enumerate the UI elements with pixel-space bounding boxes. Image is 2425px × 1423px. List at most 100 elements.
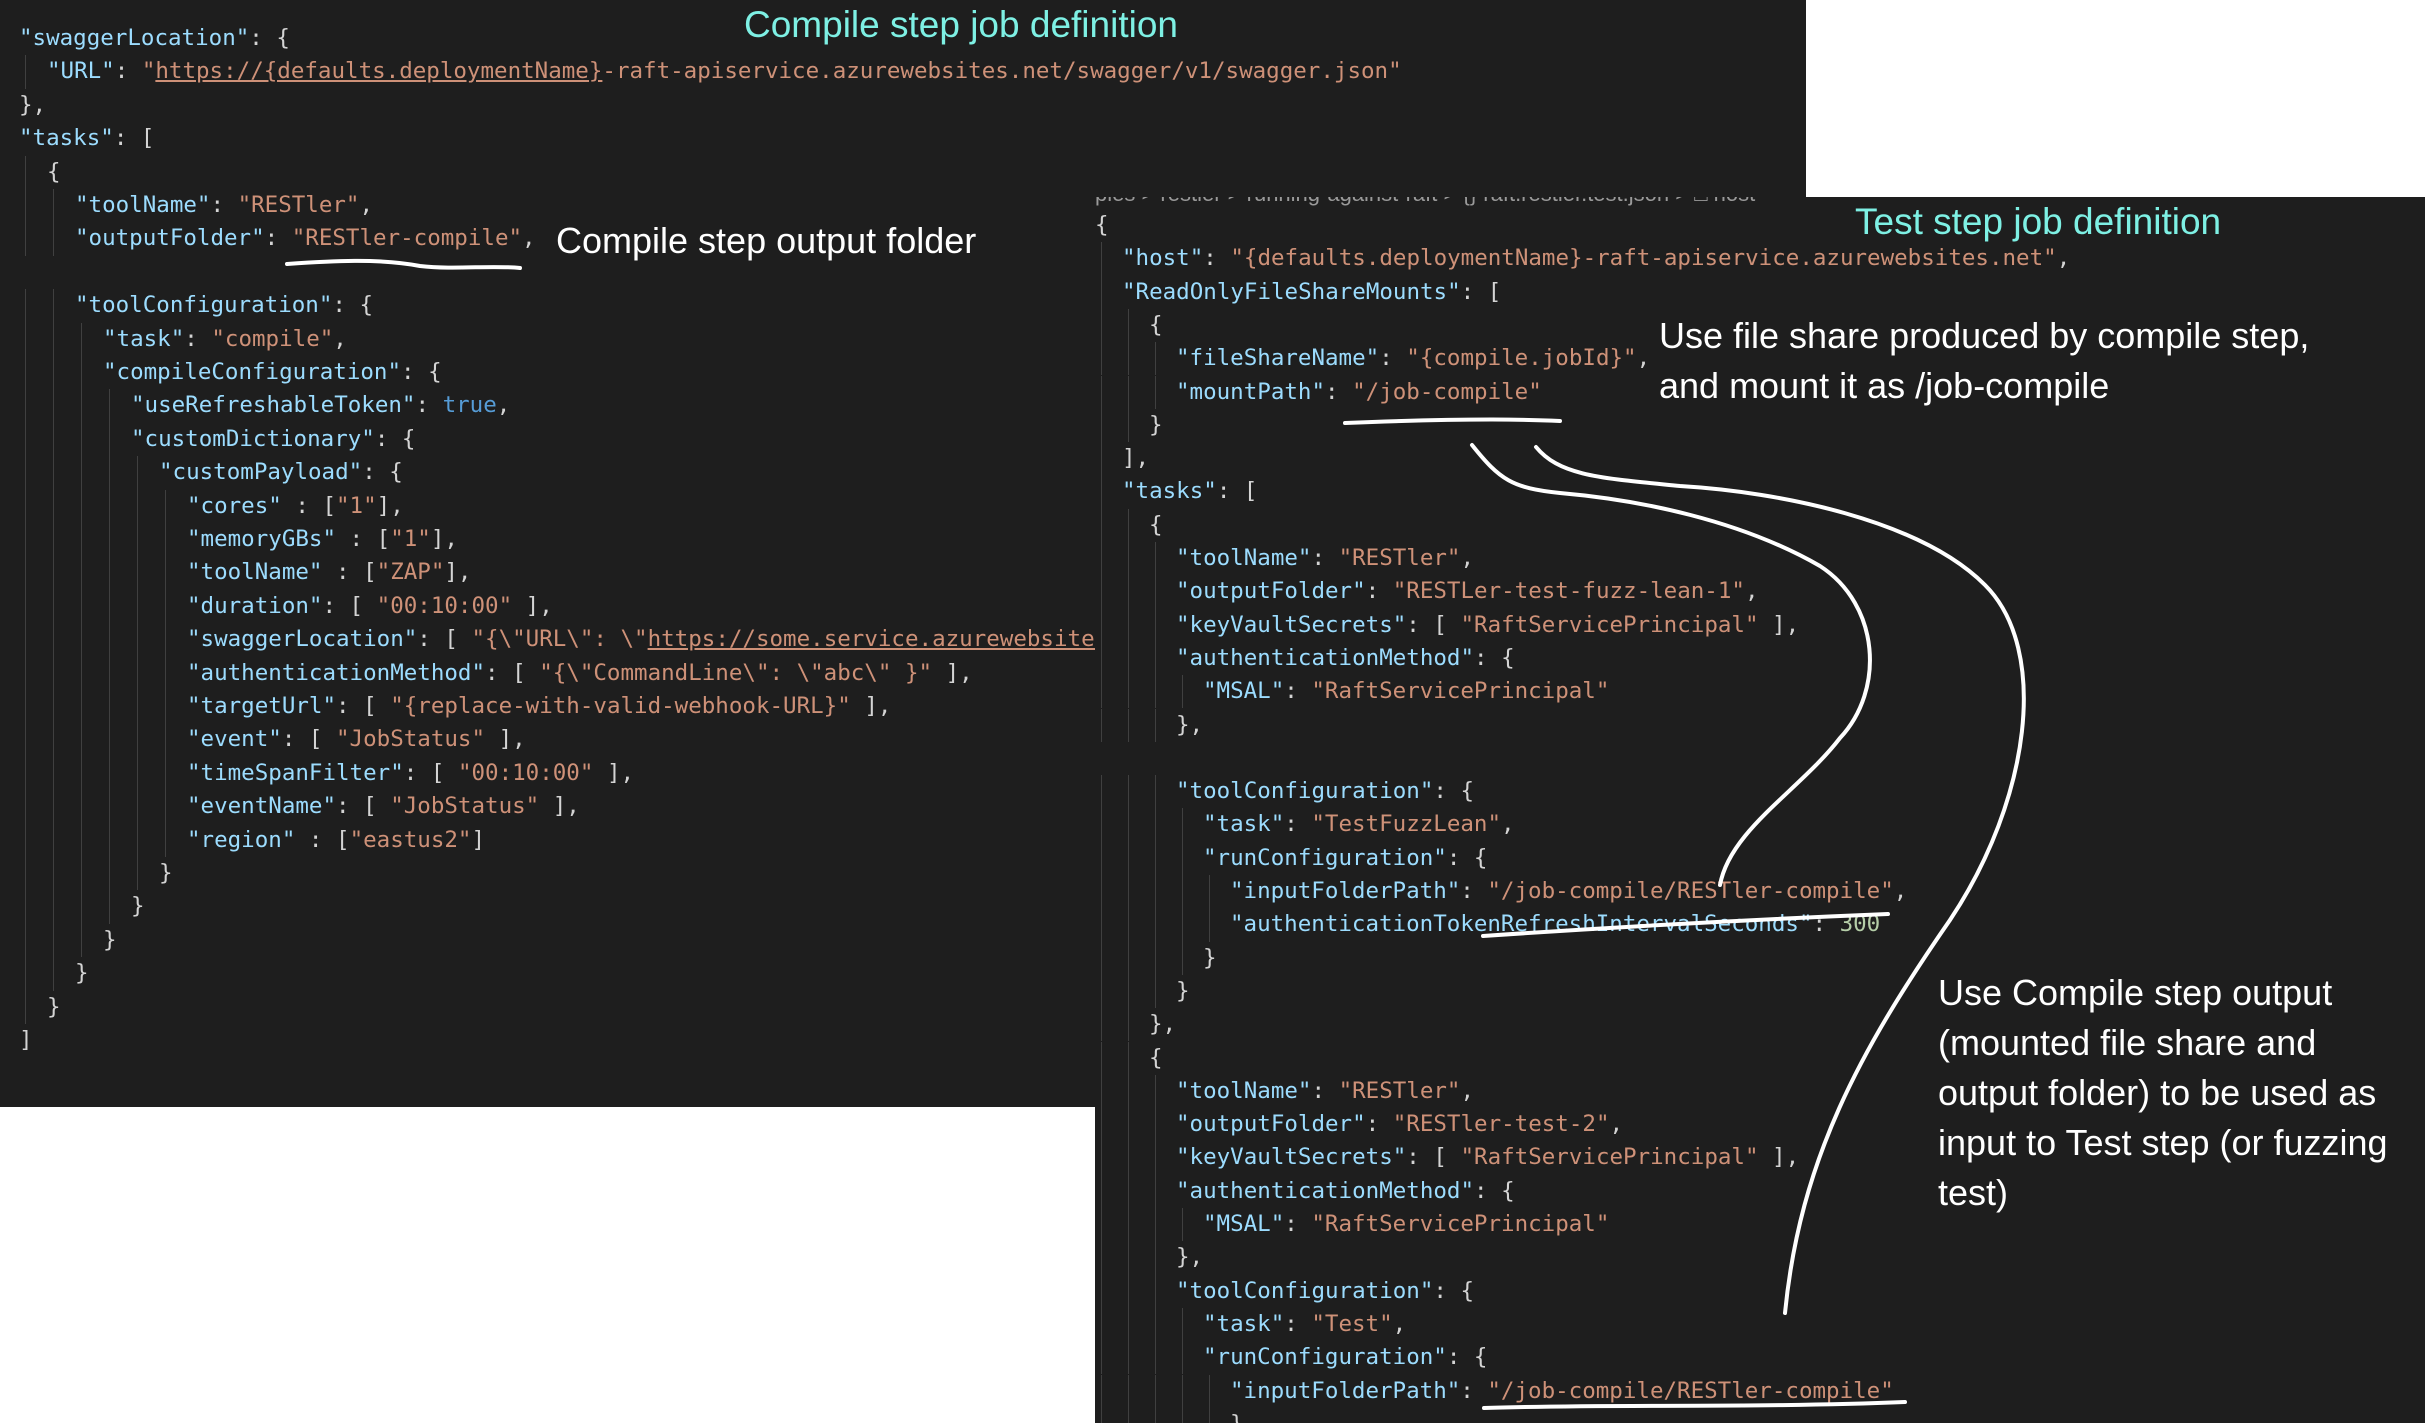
indent-guide [25,155,26,189]
code-line[interactable]: { [1149,1042,1163,1075]
code-line[interactable]: "duration": [ "00:10:00" ], [187,590,553,623]
code-token: "{\"CommandLine\": \"abc\" }" [539,659,933,686]
code-token: "mountPath" [1176,378,1326,405]
code-token: : [1379,345,1407,372]
indent-guide [1101,1108,1102,1142]
code-line[interactable]: { [1149,309,1163,342]
code-token: , [1460,1077,1475,1104]
code-token: "RaftServicePrincipal" [1311,678,1610,705]
code-line[interactable]: } [131,890,145,923]
code-line[interactable]: "runConfiguration": { [1203,842,1487,875]
code-line[interactable]: "toolName" : ["ZAP"], [187,556,471,589]
code-line[interactable]: "event": [ "JobStatus" ], [187,723,526,756]
code-line[interactable]: "toolName": "RESTler", [1176,542,1474,575]
code-line[interactable]: "region" : ["eastus2"] [187,824,485,857]
code-token: : [ [336,526,391,552]
code-line[interactable]: "toolName": "RESTler", [75,189,373,222]
code-line[interactable]: "host": "{defaults.deploymentName}-raft-… [1122,242,2070,275]
indent-guide [1155,1341,1156,1375]
indent-guide [137,556,138,590]
code-line[interactable]: }, [19,89,46,122]
code-line[interactable]: "swaggerLocation": { [19,22,290,55]
code-line[interactable]: "toolConfiguration": { [75,289,373,322]
code-line[interactable]: "useRefreshableToken": true, [131,389,510,422]
code-line[interactable]: "outputFolder": "RESTler-compile", [75,222,536,255]
code-line[interactable]: } [1149,409,1163,442]
code-line[interactable]: } [159,857,173,890]
code-line[interactable]: "customPayload": { [159,456,403,489]
code-line[interactable]: "authenticationMethod": [ "{\"CommandLin… [187,657,973,690]
code-line[interactable]: } [75,957,89,990]
code-line[interactable]: "tasks": [ [19,122,154,155]
code-line[interactable]: } [1203,942,1217,975]
code-line[interactable]: "swaggerLocation": [ "{\"URL\": \"https:… [187,623,1108,656]
indent-guide [137,489,138,523]
code-line[interactable]: "customDictionary": { [131,423,415,456]
indent-guide [81,389,82,423]
code-line[interactable]: "inputFolderPath": "/job-compile/RESTler… [1230,1375,1894,1408]
indent-guide [1155,1074,1156,1109]
code-line[interactable]: "toolConfiguration": { [1176,775,1474,808]
code-line[interactable]: { [47,156,61,189]
code-line[interactable]: { [1095,209,1109,242]
code-token: "/job-compile/RESTler-compile" [1487,878,1894,904]
code-line[interactable]: "keyVaultSecrets": [ "RaftServicePrincip… [1176,1141,1799,1174]
code-token: { [47,158,61,185]
code-token: : [ [485,659,540,686]
code-token: : { [249,25,290,51]
breadcrumb[interactable]: ples > restler > running-against-raft > … [1095,197,1755,207]
code-line[interactable]: "cores" : ["1"], [187,490,404,523]
code-line[interactable]: "toolConfiguration": { [1176,1275,1474,1308]
code-token: "task" [103,325,185,352]
code-token: "1" [336,492,377,519]
code-line[interactable]: "targetUrl": [ "{replace-with-valid-webh… [187,690,891,723]
code-line[interactable]: "task": "compile", [103,323,347,356]
code-line[interactable]: "task": "Test", [1203,1308,1406,1341]
indent-guide [1128,1108,1129,1142]
code-line[interactable]: }, [1176,1241,1203,1274]
code-token: "cores" [187,492,282,519]
indent-guide [1101,875,1102,909]
code-token: : [ [1406,611,1461,638]
indent-guide [1209,875,1210,909]
code-line[interactable]: "compileConfiguration": { [103,356,442,389]
indent-guide [1155,375,1156,409]
code-line[interactable]: "keyVaultSecrets": [ "RaftServicePrincip… [1176,609,1799,642]
code-line[interactable]: "outputFolder": "RESTler-test-2", [1176,1108,1623,1141]
code-line[interactable]: "authenticationMethod": { [1176,642,1515,675]
indent-guide [81,456,82,490]
code-line[interactable]: "runConfiguration": { [1203,1341,1487,1374]
code-line[interactable]: "MSAL": "RaftServicePrincipal" [1203,675,1609,708]
code-line[interactable]: { [1149,509,1163,542]
code-line[interactable]: "tasks": [ [1122,475,1257,508]
code-line[interactable]: "fileShareName": "{compile.jobId}", [1176,342,1650,375]
code-line[interactable]: "inputFolderPath": "/job-compile/RESTler… [1230,875,1907,908]
code-line[interactable]: ], [1122,442,1149,475]
code-token: "eventName" [187,793,337,820]
code-line[interactable]: "ReadOnlyFileShareMounts": [ [1122,276,1501,309]
code-line[interactable]: }, [1176,709,1203,742]
code-line[interactable]: } [1176,975,1190,1008]
code-line[interactable]: "authenticationTokenRefreshIntervalSecon… [1230,908,1880,941]
code-line[interactable]: "eventName": [ "JobStatus" ], [187,790,580,823]
code-line[interactable]: "URL": "https://{defaults.deploymentName… [47,55,1402,88]
code-line[interactable]: } [47,991,61,1024]
code-token: , [522,225,536,252]
code-line[interactable]: "memoryGBs" : ["1"], [187,523,458,556]
code-token: : { [1446,844,1488,871]
code-line[interactable]: "outputFolder": "RESTLer-test-fuzz-lean-… [1176,575,1759,608]
indent-guide [1101,1407,1102,1423]
code-line[interactable]: "mountPath": "/job-compile" [1176,376,1542,409]
code-token: , [359,192,374,218]
code-line[interactable]: "authenticationMethod": { [1176,1175,1515,1208]
code-line[interactable]: }, [1149,1008,1176,1041]
code-line[interactable]: "task": "TestFuzzLean", [1203,808,1515,841]
code-line[interactable]: "toolName": "RESTler", [1176,1075,1474,1108]
test-editor-panel[interactable]: ples > restler > running-against-raft > … [1095,197,2425,1423]
code-line[interactable]: "timeSpanFilter": [ "00:10:00" ], [187,757,634,790]
code-line[interactable]: } [1230,1408,1244,1423]
code-line[interactable]: "MSAL": "RaftServicePrincipal" [1203,1208,1609,1241]
code-line[interactable]: } [103,924,117,957]
code-line[interactable]: ] [19,1024,33,1057]
indent-guide [25,422,26,457]
